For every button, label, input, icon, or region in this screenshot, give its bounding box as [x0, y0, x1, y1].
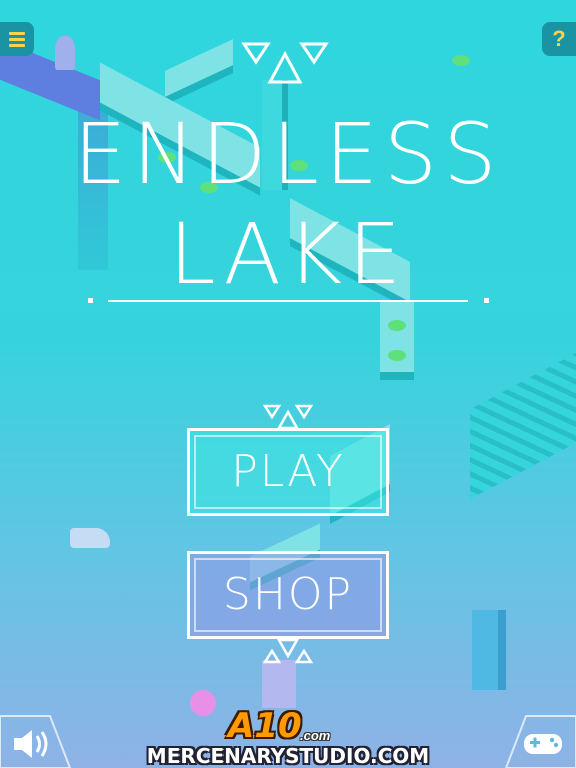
lily-pad: [388, 320, 406, 331]
right-pillar: [472, 610, 498, 690]
menu-icon: [9, 29, 25, 50]
duck: [70, 528, 110, 548]
pink-ball: [190, 690, 216, 716]
title-rule: [108, 300, 468, 302]
studio-link[interactable]: MERCENARYSTUDIO.COM: [0, 744, 576, 768]
sponsor-logo[interactable]: A10: [228, 706, 302, 746]
title-rule-dot-right: [484, 298, 489, 303]
bird-statue: [55, 36, 75, 70]
triangle-emblem-icon: [241, 42, 329, 84]
game-title-line1: ENDLESS: [73, 105, 503, 203]
help-button[interactable]: ?: [542, 22, 576, 56]
play-emblem-icon: [263, 404, 313, 430]
shop-button[interactable]: SHOP: [187, 551, 389, 639]
menu-button[interactable]: [0, 22, 34, 56]
lily-pad: [388, 350, 406, 361]
lower-pillar: [262, 660, 296, 708]
stairs: [470, 350, 576, 500]
play-button[interactable]: PLAY: [187, 428, 389, 516]
help-icon: ?: [552, 26, 566, 51]
path-plank: [380, 300, 414, 372]
shop-emblem-icon: [263, 638, 313, 664]
sponsor-logo-suffix: .com: [300, 728, 331, 743]
path-plank: [165, 39, 233, 97]
title-rule-dot-left: [88, 298, 93, 303]
game-title-line2: LAKE: [168, 205, 408, 303]
lily-pad: [452, 55, 470, 66]
